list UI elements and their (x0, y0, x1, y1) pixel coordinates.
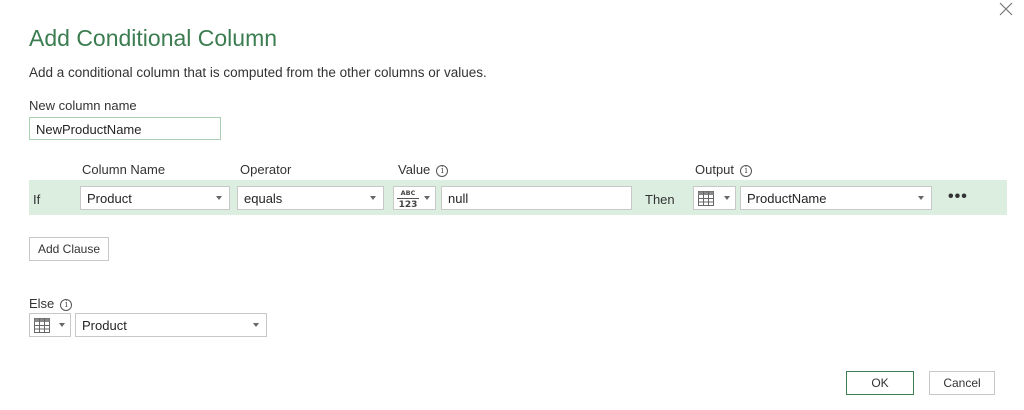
table-column-icon (34, 318, 50, 333)
value-header-text: Value (398, 162, 431, 177)
else-type-button[interactable] (29, 313, 71, 337)
add-clause-button[interactable]: Add Clause (29, 237, 109, 261)
cancel-button[interactable]: Cancel (929, 371, 995, 395)
new-column-name-label: New column name (29, 98, 137, 113)
if-label: If (33, 192, 41, 207)
chevron-down-icon (216, 196, 222, 200)
abc-123-icon: ABC 123 (397, 189, 419, 210)
column-name-select[interactable]: Product (80, 186, 230, 210)
new-column-name-input[interactable]: NewProductName (29, 117, 221, 140)
ok-button[interactable]: OK (846, 371, 914, 395)
value-input-text: null (448, 191, 469, 206)
else-value: Product (82, 318, 127, 333)
else-value-select[interactable]: Product (75, 313, 267, 337)
dialog-description: Add a conditional column that is compute… (29, 65, 487, 80)
output-select[interactable]: ProductName (740, 186, 932, 210)
column-name-header: Column Name (82, 162, 166, 177)
output-type-button[interactable] (693, 186, 736, 210)
value-header: Value i (398, 162, 449, 177)
dialog-title: Add Conditional Column (29, 25, 278, 51)
table-column-icon (698, 191, 714, 206)
chevron-down-icon (370, 196, 376, 200)
value-type-button[interactable]: ABC 123 (393, 186, 436, 210)
chevron-down-icon (724, 196, 730, 200)
chevron-down-icon (253, 323, 259, 327)
else-label: Else i (29, 296, 73, 311)
output-value: ProductName (747, 191, 827, 206)
more-options-icon[interactable]: ••• (948, 188, 968, 206)
operator-header: Operator (240, 162, 292, 177)
else-label-text: Else (29, 296, 55, 311)
value-input[interactable]: null (441, 186, 632, 210)
abc-icon-text: ABC (400, 189, 416, 197)
chevron-down-icon (59, 323, 65, 327)
output-info-icon[interactable]: i (740, 164, 753, 177)
num-icon-text: 123 (398, 200, 418, 210)
chevron-down-icon (424, 196, 430, 200)
operator-value: equals (244, 191, 283, 206)
value-info-icon[interactable]: i (436, 164, 449, 177)
new-column-name-value: NewProductName (36, 122, 142, 137)
operator-select[interactable]: equals (237, 186, 384, 210)
close-icon[interactable] (997, 0, 1015, 18)
else-info-icon[interactable]: i (60, 298, 73, 311)
then-label: Then (645, 192, 675, 207)
output-header: Output i (695, 162, 753, 177)
output-header-text: Output (695, 162, 735, 177)
chevron-down-icon (918, 196, 924, 200)
column-name-value: Product (87, 191, 132, 206)
